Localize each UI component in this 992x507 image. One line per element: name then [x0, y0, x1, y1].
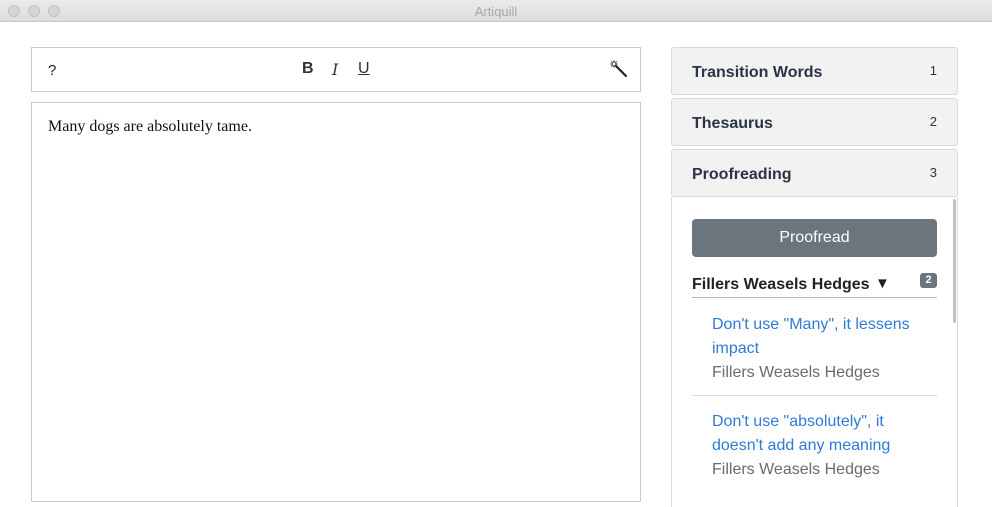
- panel-thesaurus[interactable]: Thesaurus 2: [671, 98, 958, 146]
- suggestion-item: Don't use "Many", it lessens impact Fill…: [712, 313, 937, 385]
- suggestion-item: Don't use "absolutely", it doesn't add a…: [712, 410, 937, 482]
- panel-number: 2: [929, 114, 937, 129]
- panel-proofreading[interactable]: Proofreading 3: [671, 149, 958, 197]
- bold-button[interactable]: B: [302, 60, 314, 78]
- suggestion-link[interactable]: Don't use "Many", it lessens impact: [712, 313, 937, 361]
- underline-button[interactable]: U: [358, 60, 370, 78]
- caret-down-icon: ▼: [875, 275, 890, 292]
- scrollbar-thumb[interactable]: [953, 199, 956, 323]
- fillers-section-toggle[interactable]: Fillers Weasels Hedges ▼ 2: [692, 273, 937, 298]
- panel-transition-words[interactable]: Transition Words 1: [671, 47, 958, 95]
- window-title: Artiquill: [474, 4, 518, 19]
- italic-button[interactable]: I: [332, 60, 338, 79]
- help-button[interactable]: ?: [48, 62, 56, 79]
- panel-label: Thesaurus: [692, 115, 773, 132]
- proofread-button[interactable]: Proofread: [692, 219, 937, 257]
- suggestion-category: Fillers Weasels Hedges: [712, 461, 880, 478]
- section-label: Fillers Weasels Hedges: [692, 276, 870, 293]
- text-editor[interactable]: Many dogs are absolutely tame.: [31, 102, 641, 502]
- count-badge: 2: [920, 273, 937, 288]
- suggestion-category: Fillers Weasels Hedges: [712, 364, 880, 381]
- panel-label: Proofreading: [692, 166, 792, 183]
- panel-number: 1: [929, 63, 937, 78]
- proofreading-panel-body: Proofread Fillers Weasels Hedges ▼ 2 Don…: [671, 197, 958, 507]
- panel-label: Transition Words: [692, 64, 823, 81]
- tools-sidebar: Transition Words 1 Thesaurus 2 Proofread…: [671, 47, 958, 507]
- suggestion-divider: [692, 395, 937, 396]
- suggestion-link[interactable]: Don't use "absolutely", it doesn't add a…: [712, 410, 937, 458]
- editor-content[interactable]: Many dogs are absolutely tame.: [48, 118, 252, 136]
- magic-wand-icon[interactable]: [610, 60, 628, 78]
- editor-toolbar: ? B I U: [31, 47, 641, 92]
- window-titlebar: Artiquill: [0, 0, 992, 22]
- panel-number: 3: [929, 165, 937, 180]
